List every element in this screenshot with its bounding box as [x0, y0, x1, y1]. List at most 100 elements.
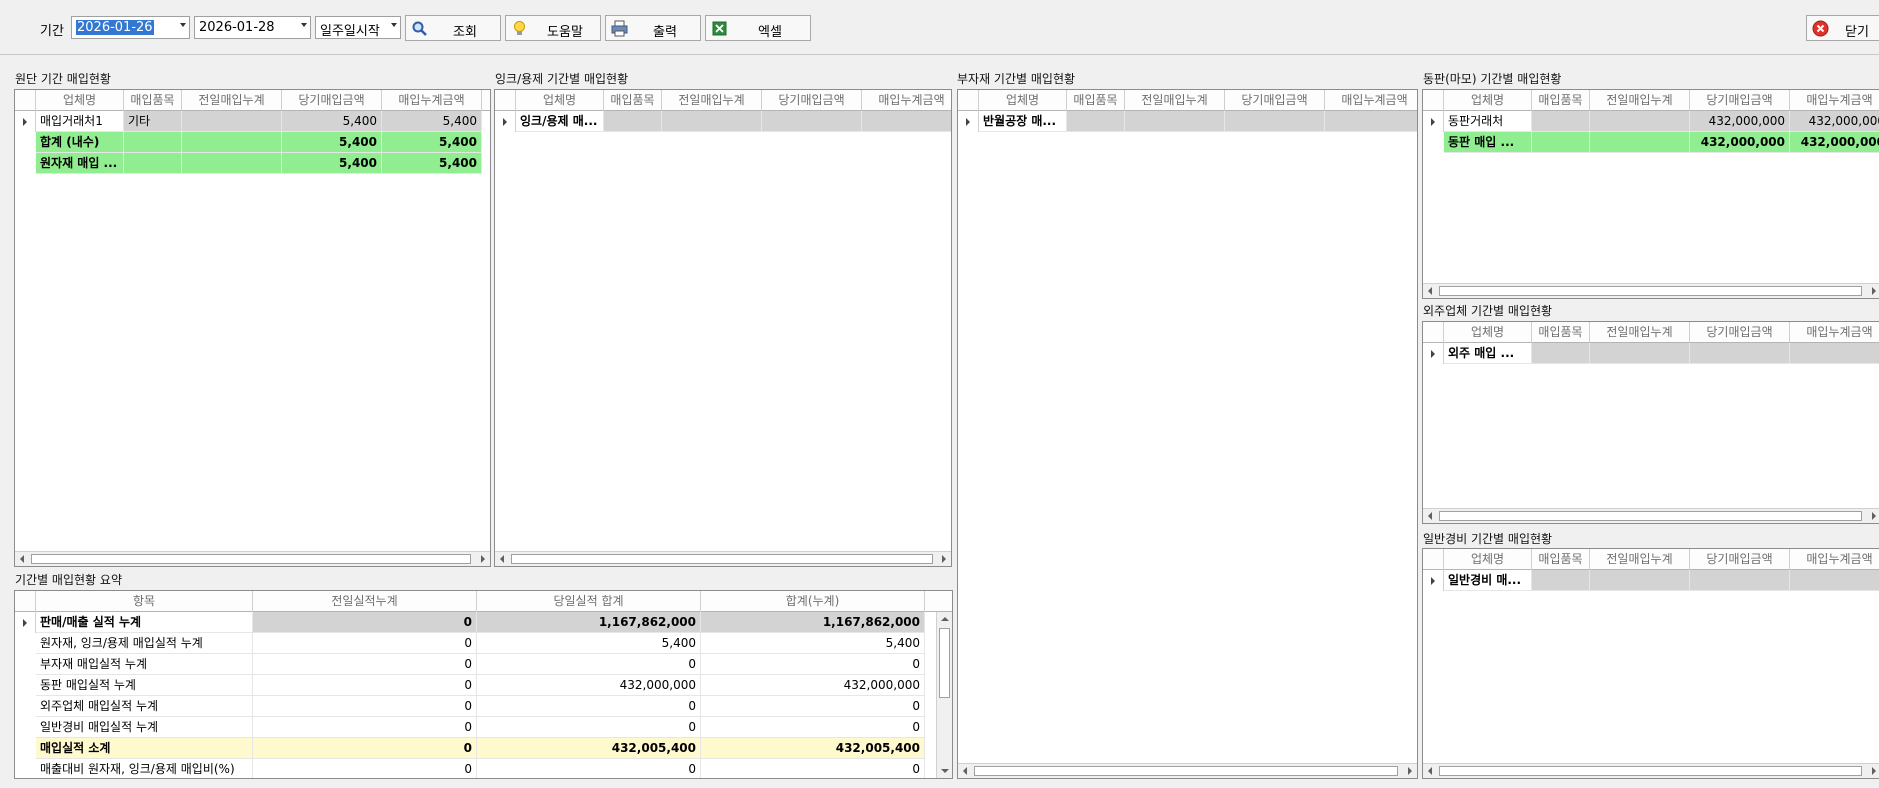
table-cell[interactable]	[662, 111, 762, 132]
table-cell[interactable]: 0	[701, 696, 925, 717]
table-cell[interactable]: 일반경비 매...	[1444, 570, 1532, 591]
table-cell[interactable]: 외주업체 매입실적 누계	[36, 696, 253, 717]
column-header[interactable]: 전일매입누계	[1125, 90, 1225, 111]
table-cell[interactable]	[1590, 343, 1690, 364]
scrollbar-thumb[interactable]	[31, 554, 471, 564]
table-cell[interactable]: 0	[253, 738, 477, 759]
column-header[interactable]: 매입누계금액	[1790, 322, 1879, 343]
table-cell[interactable]	[1590, 132, 1690, 153]
table-cell[interactable]	[1225, 111, 1325, 132]
scrollbar-thumb[interactable]	[974, 766, 1398, 776]
column-header[interactable]: 업체명	[36, 90, 124, 111]
table-row[interactable]: 판매/매출 실적 누계 0 1,167,862,000 1,167,862,000	[15, 612, 952, 633]
table-cell[interactable]: 5,400	[382, 132, 482, 153]
table-cell[interactable]: 외주 매입 ...	[1444, 343, 1532, 364]
table-cell[interactable]: 동판 매입실적 누계	[36, 675, 253, 696]
table-cell[interactable]: 5,400	[382, 153, 482, 174]
submaterial-purchase-grid[interactable]: 업체명 매입품목 전일매입누계 당기매입금액 매입누계금액 반월공장 매...	[957, 89, 1418, 779]
table-cell[interactable]: 0	[701, 759, 925, 778]
table-cell[interactable]	[1790, 343, 1879, 364]
scroll-up-icon[interactable]	[937, 612, 952, 627]
table-row[interactable]: 외주 매입 ...	[1423, 343, 1879, 364]
excel-button[interactable]: 엑셀	[705, 15, 811, 41]
table-cell[interactable]: 432,000,000	[701, 675, 925, 696]
column-header[interactable]: 매입품목	[1067, 90, 1125, 111]
table-row[interactable]: 매출대비 원자재, 잉크/용제 매입비(%) 0 0 0	[15, 759, 952, 778]
table-cell[interactable]	[1590, 570, 1690, 591]
close-button[interactable]: 닫기	[1806, 15, 1879, 41]
horizontal-scrollbar[interactable]	[495, 551, 951, 566]
column-header[interactable]: 매입누계금액	[1790, 549, 1879, 570]
table-row[interactable]: 원자재 매입 ... 5,400 5,400	[15, 153, 490, 174]
table-cell[interactable]: 432,000,000	[1690, 132, 1790, 153]
column-header[interactable]: 항목	[36, 591, 253, 612]
ink-purchase-grid[interactable]: 업체명 매입품목 전일매입누계 당기매입금액 매입누계금액 잉크/용제 매...	[494, 89, 952, 567]
table-cell[interactable]: 0	[253, 633, 477, 654]
print-button[interactable]: 출력	[605, 15, 701, 41]
table-cell[interactable]	[124, 153, 182, 174]
column-header[interactable]: 전일매입누계	[1590, 90, 1690, 111]
help-button[interactable]: 도움말	[505, 15, 601, 41]
table-cell[interactable]: 동판거래처	[1444, 111, 1532, 132]
scroll-right-icon[interactable]	[1866, 764, 1879, 778]
week-start-select[interactable]: 일주일시작	[315, 16, 401, 39]
table-cell[interactable]: 432,005,400	[477, 738, 701, 759]
column-header[interactable]: 당기매입금액	[762, 90, 862, 111]
table-cell[interactable]: 5,400	[477, 633, 701, 654]
table-cell[interactable]: 0	[701, 717, 925, 738]
scroll-left-icon[interactable]	[1423, 284, 1438, 298]
table-cell[interactable]: 매출대비 원자재, 잉크/용제 매입비(%)	[36, 759, 253, 778]
table-cell[interactable]: 0	[253, 759, 477, 778]
table-cell[interactable]: 합계 (내수)	[36, 132, 124, 153]
column-header[interactable]: 전일매입누계	[1590, 322, 1690, 343]
table-cell[interactable]: 0	[253, 654, 477, 675]
column-header[interactable]: 당기매입금액	[1690, 549, 1790, 570]
table-cell[interactable]: 0	[253, 696, 477, 717]
table-row[interactable]: 외주업체 매입실적 누계 0 0 0	[15, 696, 952, 717]
copper-purchase-grid[interactable]: 업체명 매입품목 전일매입누계 당기매입금액 매입누계금액 동판거래처 432,000,00…	[1422, 89, 1879, 299]
table-cell[interactable]: 5,400	[282, 132, 382, 153]
table-cell[interactable]: 432,000,000	[477, 675, 701, 696]
column-header[interactable]: 업체명	[516, 90, 604, 111]
outsource-purchase-grid[interactable]: 업체명 매입품목 전일매입누계 당기매입금액 매입누계금액 외주 매입 ...	[1422, 321, 1879, 524]
table-cell[interactable]	[182, 132, 282, 153]
table-row[interactable]: 일반경비 매...	[1423, 570, 1879, 591]
chevron-down-icon[interactable]	[180, 23, 186, 27]
table-cell[interactable]: 432,000,000	[1790, 111, 1879, 132]
table-cell[interactable]	[1325, 111, 1417, 132]
table-row[interactable]: 부자재 매입실적 누계 0 0 0	[15, 654, 952, 675]
column-header[interactable]: 전일매입누계	[662, 90, 762, 111]
table-row[interactable]: 잉크/용제 매...	[495, 111, 951, 132]
column-header[interactable]: 전일매입누계	[182, 90, 282, 111]
scroll-left-icon[interactable]	[1423, 509, 1438, 523]
column-header[interactable]: 업체명	[1444, 549, 1532, 570]
column-header[interactable]: 매입누계금액	[1790, 90, 1879, 111]
horizontal-scrollbar[interactable]	[1423, 283, 1879, 298]
table-cell[interactable]	[1690, 570, 1790, 591]
table-cell[interactable]: 판매/매출 실적 누계	[36, 612, 253, 633]
scrollbar-thumb[interactable]	[939, 628, 950, 698]
scroll-right-icon[interactable]	[1402, 764, 1417, 778]
horizontal-scrollbar[interactable]	[958, 763, 1417, 778]
table-cell[interactable]: 5,400	[382, 111, 482, 132]
column-header[interactable]: 당기매입금액	[1690, 322, 1790, 343]
table-cell[interactable]	[1532, 132, 1590, 153]
scroll-right-icon[interactable]	[475, 552, 490, 566]
column-header[interactable]: 매입품목	[1532, 90, 1590, 111]
table-cell[interactable]	[1690, 343, 1790, 364]
date-from-picker[interactable]: 2026-01-26	[71, 16, 190, 39]
scroll-right-icon[interactable]	[936, 552, 951, 566]
table-cell[interactable]	[182, 111, 282, 132]
table-cell[interactable]: 0	[477, 717, 701, 738]
table-cell[interactable]	[1532, 343, 1590, 364]
table-cell[interactable]	[182, 153, 282, 174]
table-row[interactable]: 반월공장 매...	[958, 111, 1417, 132]
table-cell[interactable]: 0	[253, 717, 477, 738]
table-cell[interactable]: 0	[253, 612, 477, 633]
scroll-right-icon[interactable]	[1866, 284, 1879, 298]
table-cell[interactable]: 1,167,862,000	[701, 612, 925, 633]
table-row[interactable]: 원자재, 잉크/용제 매입실적 누계 0 5,400 5,400	[15, 633, 952, 654]
table-cell[interactable]	[604, 111, 662, 132]
table-row[interactable]: 합계 (내수) 5,400 5,400	[15, 132, 490, 153]
table-cell[interactable]: 원자재, 잉크/용제 매입실적 누계	[36, 633, 253, 654]
